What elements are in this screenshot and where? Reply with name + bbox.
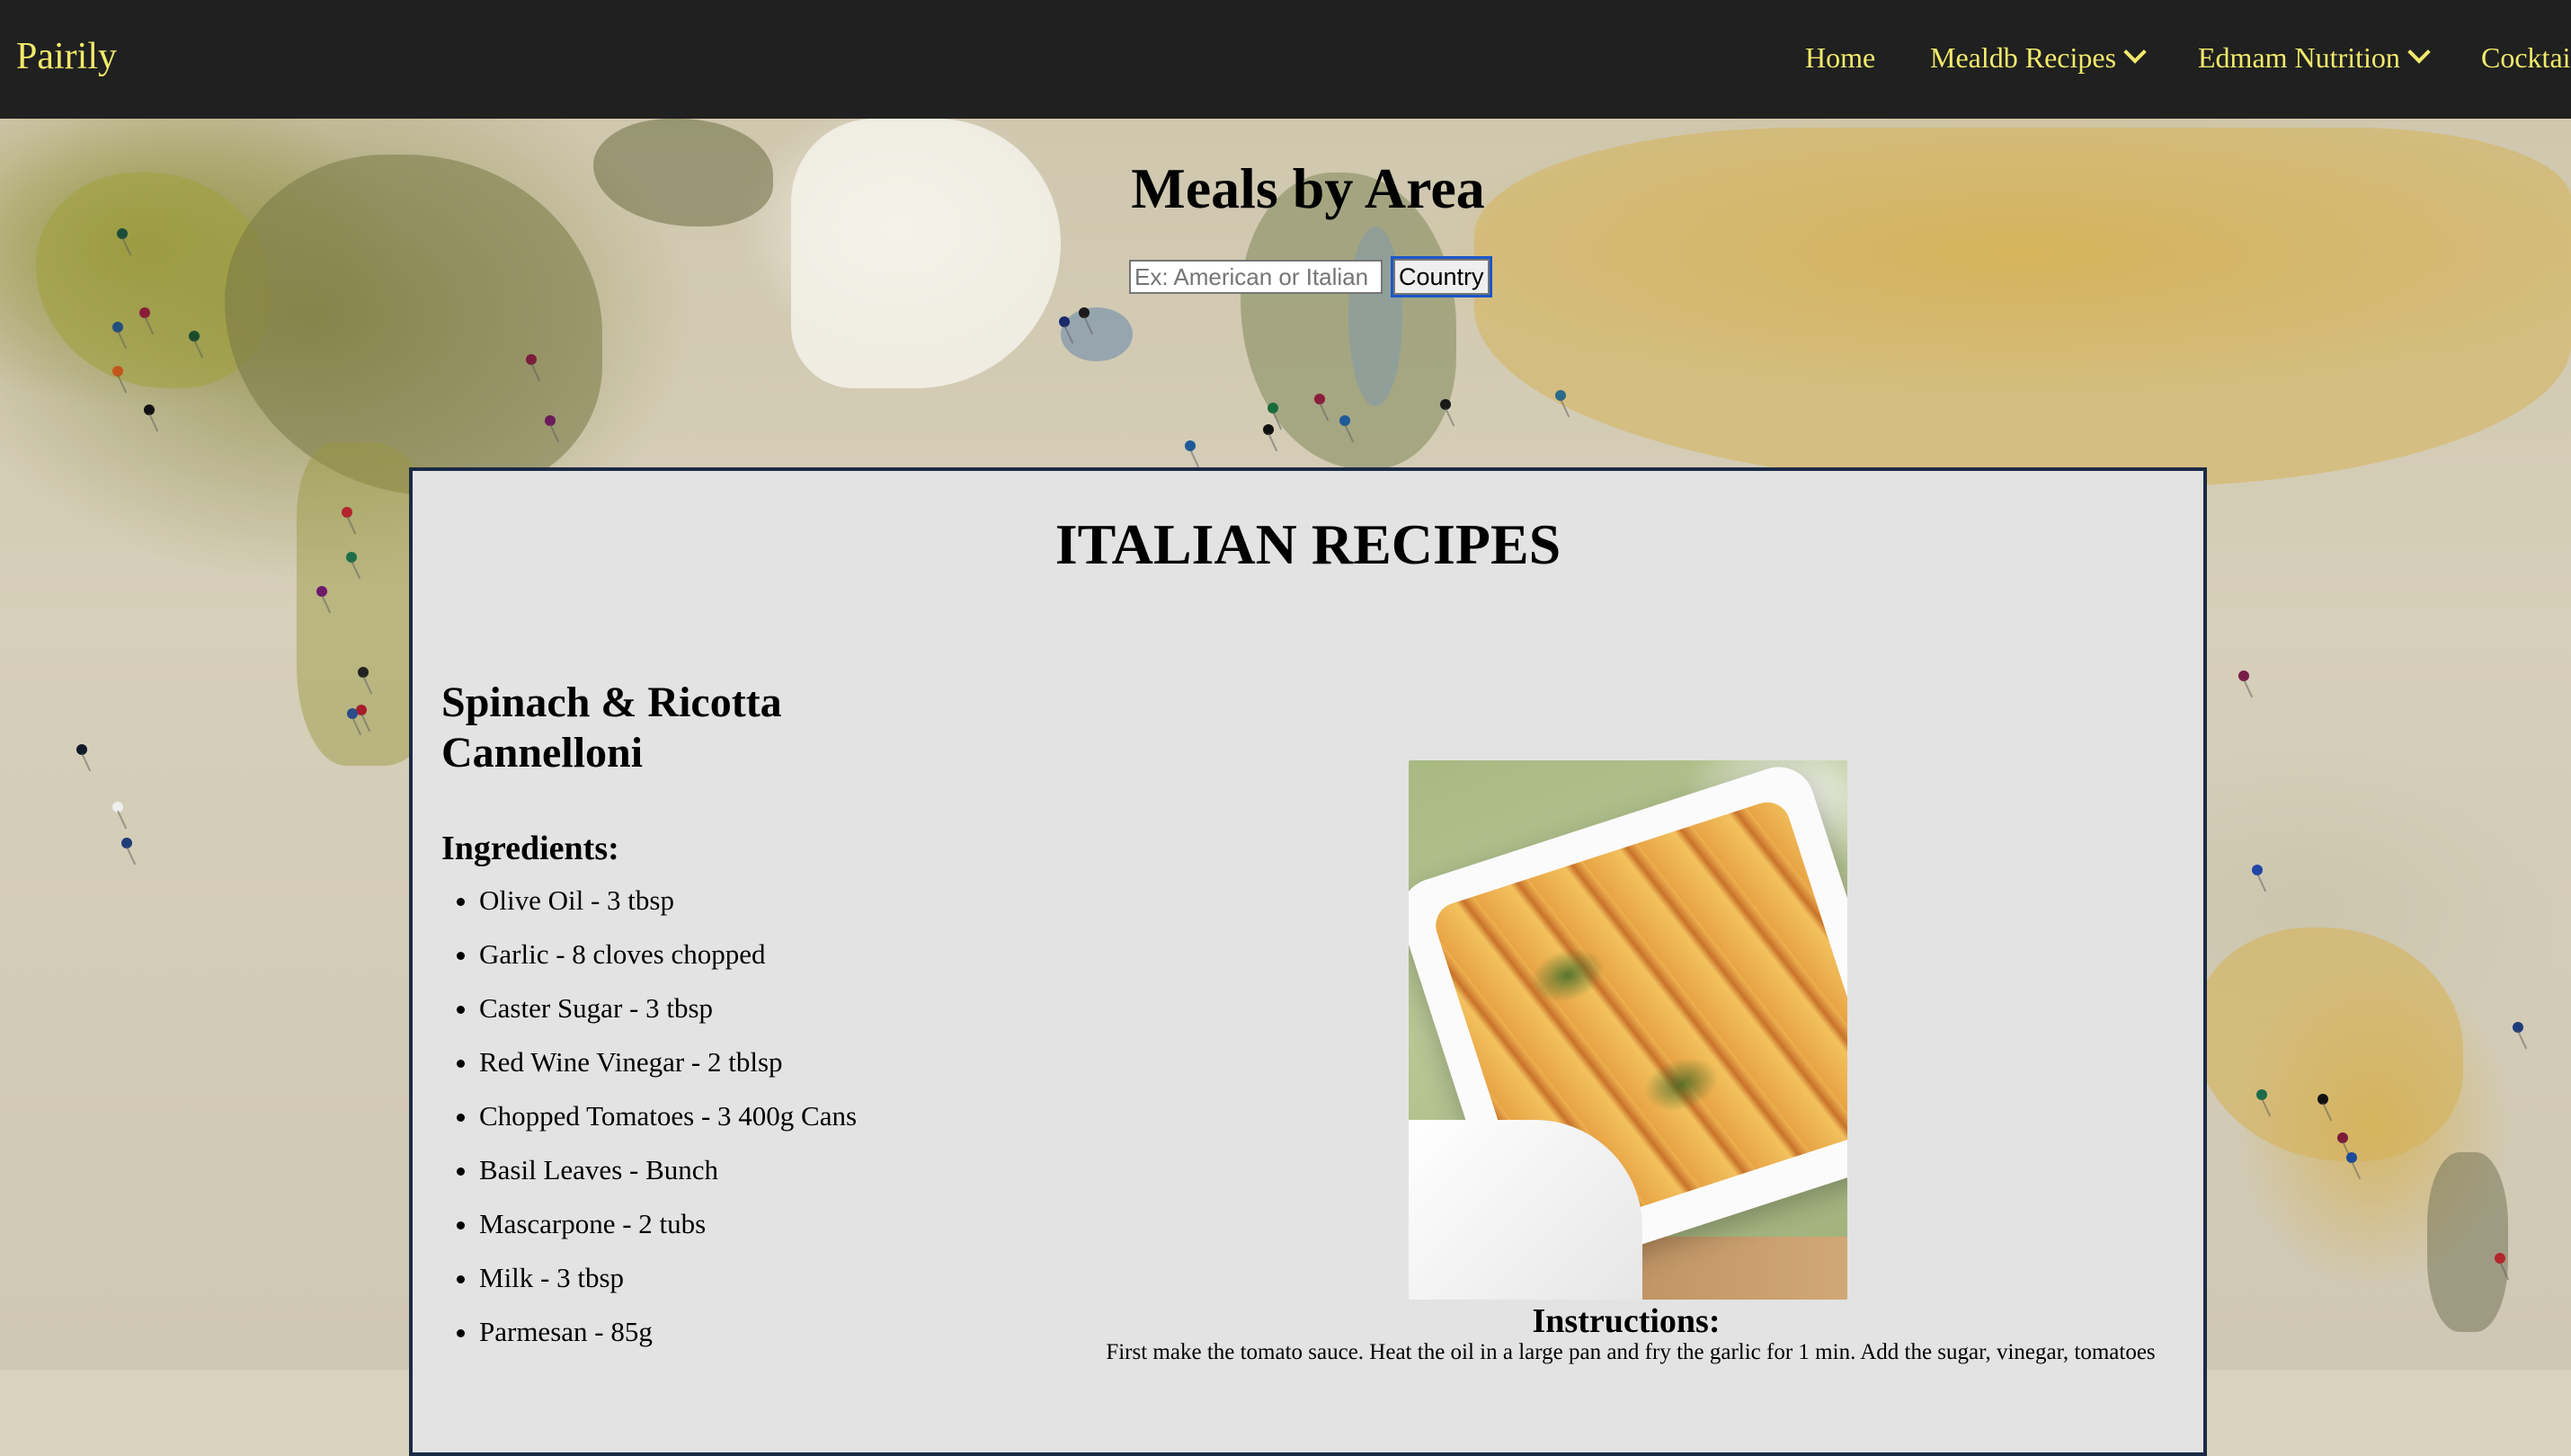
ingredient-item: Garlic - 8 cloves chopped: [479, 928, 857, 981]
nav-item-edmam-nutrition[interactable]: Edmam Nutrition: [2198, 38, 2431, 77]
instructions-heading: Instructions:: [1532, 1302, 1721, 1340]
ingredient-item: Chopped Tomatoes - 3 400g Cans: [479, 1089, 857, 1143]
brand-logo[interactable]: Pairily: [16, 32, 117, 81]
ingredient-item: Caster Sugar - 3 tbsp: [479, 981, 857, 1035]
ingredient-item: Parmesan - 85g: [479, 1305, 857, 1359]
nav-item-mealdb-recipes[interactable]: Mealdb Recipes: [1930, 38, 2147, 77]
nav-item-cocktail[interactable]: Cocktai: [2481, 38, 2571, 77]
ingredient-item: Red Wine Vinegar - 2 tblsp: [479, 1035, 857, 1089]
nav-item-label: Mealdb Recipes: [1930, 41, 2117, 74]
page-title: Meals by Area: [1131, 156, 1485, 220]
ingredient-item: Milk - 3 tbsp: [479, 1251, 857, 1305]
nav-item-label: Home: [1805, 41, 1876, 74]
ingredient-item: Olive Oil - 3 tbsp: [479, 874, 857, 928]
ingredients-heading: Ingredients:: [441, 830, 619, 867]
ingredient-item: Basil Leaves - Bunch: [479, 1143, 857, 1197]
meal-photo: [1409, 760, 1847, 1300]
nav-item-label: Edmam Nutrition: [2198, 41, 2400, 74]
navbar: Pairily Home Mealdb Recipes Edmam Nutrit…: [0, 0, 2571, 119]
instructions-text: First make the tomato sauce. Heat the oi…: [1106, 1340, 2156, 1364]
country-search-button[interactable]: Country: [1391, 256, 1492, 297]
nav-item-home[interactable]: Home: [1805, 38, 1875, 77]
ingredients-list: Olive Oil - 3 tbsp Garlic - 8 cloves cho…: [441, 874, 857, 1359]
recipe-card: ITALIAN RECIPES Spinach & Ricotta Cannel…: [409, 467, 2207, 1456]
chevron-down-icon: [2123, 40, 2147, 64]
ingredient-item: Mascarpone - 2 tubs: [479, 1197, 857, 1251]
search-input[interactable]: [1129, 260, 1383, 294]
section-title: ITALIAN RECIPES: [1054, 512, 1561, 576]
meal-name: Spinach & Ricotta Cannelloni: [441, 679, 782, 777]
nav-item-label: Cocktai: [2481, 41, 2571, 74]
chevron-down-icon: [2407, 40, 2431, 64]
